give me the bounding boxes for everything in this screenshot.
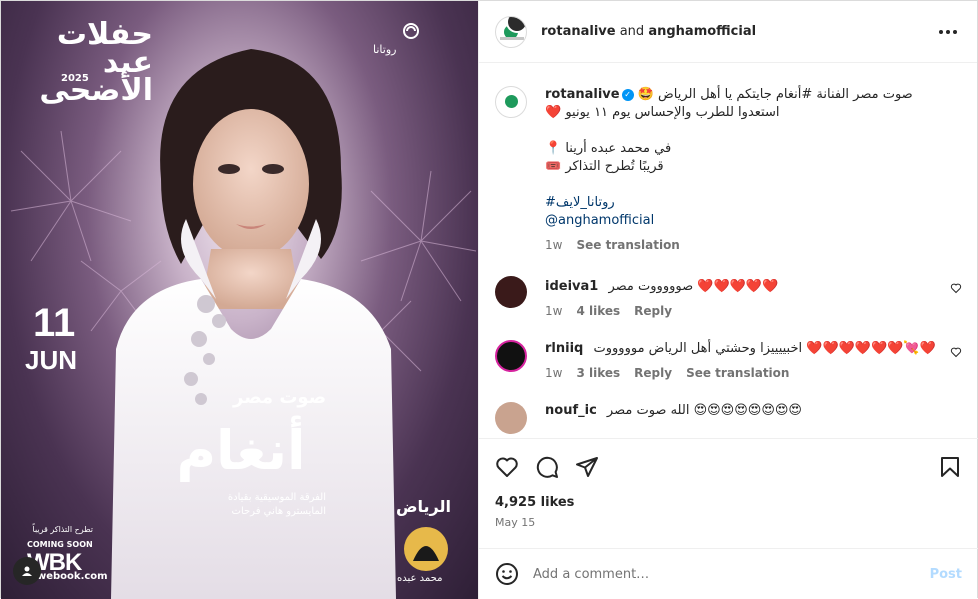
collab-username[interactable]: anghamofficial [648, 24, 756, 39]
likes-count[interactable]: 4,925 likes [495, 495, 574, 510]
caption-line4: قريبًا تُطرح التذاكر 🎟️ [545, 159, 664, 174]
comment-time[interactable]: 1w [545, 366, 562, 380]
reply-button[interactable]: Reply [634, 304, 672, 318]
comment-likes[interactable]: 4 likes [576, 304, 620, 318]
post-actions: 4,925 likes May 15 [479, 438, 978, 548]
comment-avatar[interactable] [495, 402, 528, 434]
singer-subtitle: صوت مصر [233, 387, 327, 408]
add-comment-bar: Post [479, 548, 978, 599]
save-bookmark-icon[interactable] [938, 455, 962, 479]
see-translation-button[interactable]: See translation [686, 366, 789, 380]
orchestra-credit: الفرقة الموسيقية بقيادة المايسترو هاني ف… [176, 491, 326, 519]
author-username[interactable]: rotanalive [541, 24, 616, 39]
comment-avatar[interactable] [495, 276, 528, 308]
post-comment-button[interactable]: Post [930, 567, 962, 582]
caption-mention[interactable]: @anghamofficial [545, 212, 962, 230]
post-date: May 15 [495, 516, 536, 529]
caption-avatar[interactable] [495, 86, 528, 118]
orchestra-line2: المايسترو هاني فرحات [231, 506, 326, 517]
post-modal: حفلات عيد الأضحى 2025 روتانا 11 JUN صوت … [0, 0, 978, 599]
comment-text: الله صوت مصر 😍😍😍😍😍😍😍😍 [606, 403, 802, 418]
emoji-icon[interactable] [495, 562, 519, 586]
coming-soon: COMING SOON [27, 540, 93, 549]
caption-line1: صوت مصر الفنانة #أنغام جايتكم يا أهل الر… [637, 87, 913, 102]
post-image[interactable]: حفلات عيد الأضحى 2025 روتانا 11 JUN صوت … [1, 1, 479, 599]
caption-line3: في محمد عبده أرينا 📍 [545, 141, 672, 156]
verified-badge-icon: ✓ [621, 88, 634, 101]
comment-likes[interactable]: 3 likes [576, 366, 620, 380]
singer-name: أنغام [176, 419, 306, 482]
comment-avatar[interactable] [495, 340, 528, 372]
and-text: and [619, 24, 645, 39]
comment-text: اخبييييزا وحشتي أهل الرياض موووووت ❤️❤️❤… [593, 341, 936, 356]
comment-item: rlniiq اخبييييزا وحشتي أهل الرياض مووووو… [479, 318, 978, 380]
see-translation-button[interactable]: See translation [576, 238, 679, 252]
caption: rotanalive ✓ صوت مصر الفنانة #أنغام جايتك… [479, 64, 978, 252]
comment-item: ideiva1 صوووووت مصر ❤️❤️❤️❤️❤️ 1w 4 like… [479, 252, 978, 318]
post-header: rotanalive and anghamofficial [479, 1, 977, 63]
caption-username[interactable]: rotanalive [545, 87, 620, 102]
post-authors: rotanalive and anghamofficial [541, 24, 756, 39]
date-month: JUN [25, 345, 78, 375]
user-icon [22, 566, 32, 576]
comment-username[interactable]: rlniiq [545, 341, 583, 356]
tagged-users-button[interactable] [13, 557, 41, 585]
city-label: الرياض [396, 497, 451, 516]
like-heart-icon[interactable] [495, 455, 519, 479]
reply-button[interactable]: Reply [634, 366, 672, 380]
arena-label: محمد عبده [397, 573, 443, 584]
caption-line2: استعدوا للطرب والإحساس يوم ١١ يونيو ❤️ [545, 105, 780, 120]
more-options-icon[interactable] [939, 23, 957, 41]
eid-year: 2025 [61, 73, 89, 84]
post-details: rotanalive and anghamofficial rotanalive… [478, 1, 978, 599]
like-comment-heart-icon[interactable] [950, 282, 962, 294]
tickets-soon: تطرح التذاكر قريباً [32, 525, 94, 534]
comment-input[interactable] [533, 566, 904, 582]
webook-url: webook.com [37, 571, 108, 582]
comment-time[interactable]: 1w [545, 304, 562, 318]
comment-bubble-icon[interactable] [535, 455, 559, 479]
date-day: 11 [33, 301, 76, 345]
comment-text: صوووووت مصر ❤️❤️❤️❤️❤️ [608, 279, 779, 294]
like-comment-heart-icon[interactable] [950, 346, 962, 358]
comment-item: nouf_ic الله صوت مصر 😍😍😍😍😍😍😍😍 [479, 380, 978, 434]
caption-time[interactable]: 1w [545, 238, 562, 252]
author-avatar[interactable] [495, 15, 528, 48]
comment-username[interactable]: ideiva1 [545, 279, 598, 294]
comments-section[interactable]: rotanalive ✓ صوت مصر الفنانة #أنغام جايتك… [479, 64, 978, 438]
caption-hashtag[interactable]: #روتانا_لايف [545, 194, 962, 212]
share-plane-icon[interactable] [575, 455, 599, 479]
comment-username[interactable]: nouf_ic [545, 403, 597, 418]
orchestra-line1: الفرقة الموسيقية بقيادة [227, 492, 326, 503]
